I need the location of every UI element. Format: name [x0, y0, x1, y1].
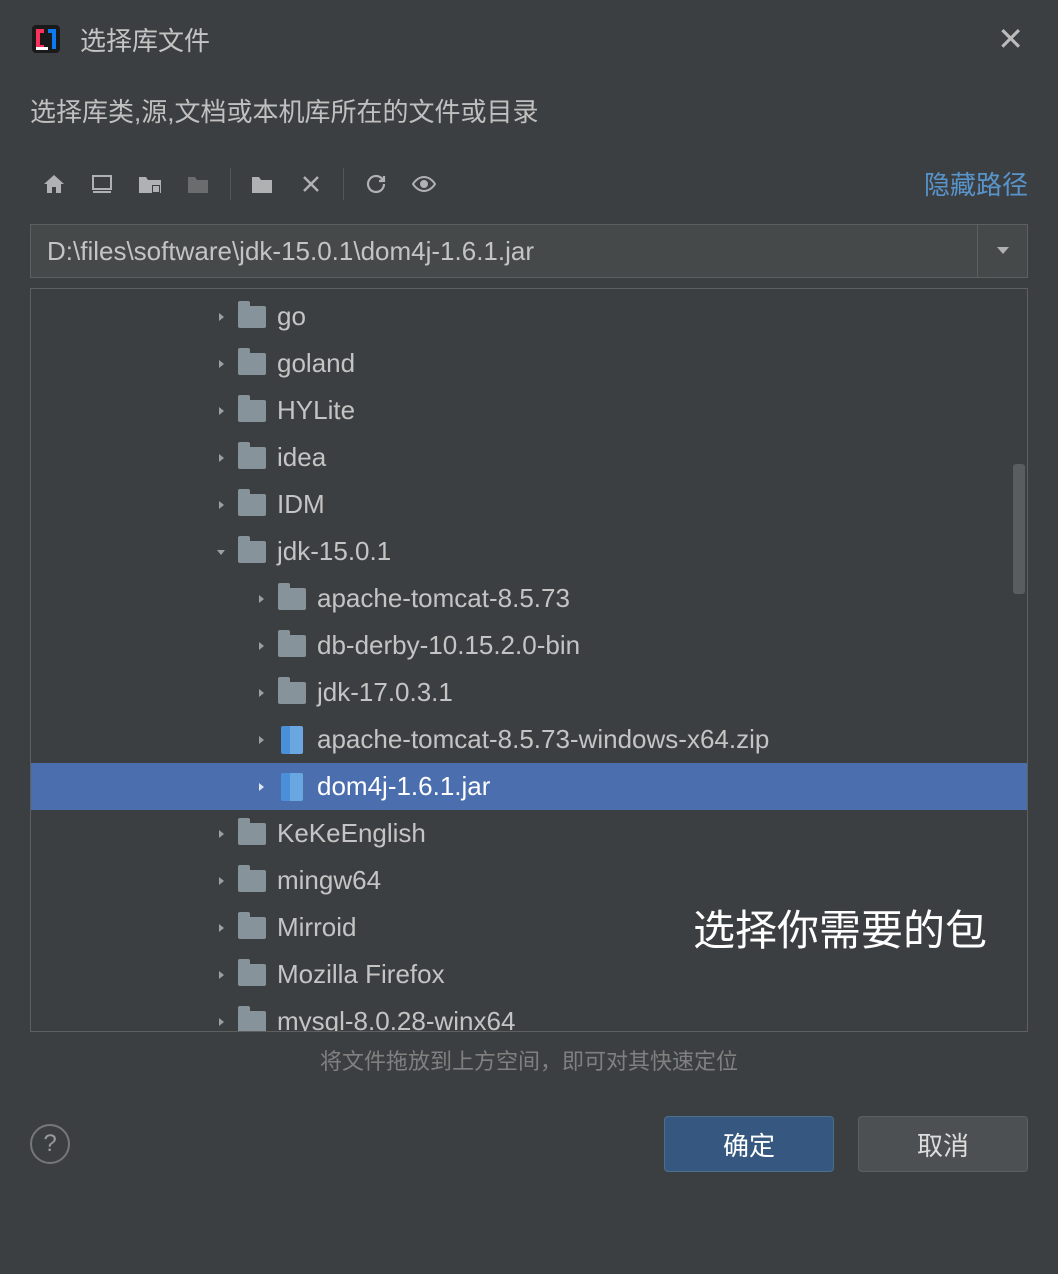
footer: ? 确定 取消 [0, 1096, 1058, 1202]
ok-button[interactable]: 确定 [664, 1116, 834, 1172]
toolbar: + 隐藏路径 [0, 155, 1058, 224]
new-folder-icon[interactable]: + [239, 164, 287, 204]
titlebar: 选择库文件 ✕ [0, 0, 1058, 78]
hide-path-link[interactable]: 隐藏路径 [924, 161, 1028, 206]
folder-icon [237, 960, 267, 990]
folder-icon [237, 866, 267, 896]
module-icon [174, 164, 222, 204]
tree-item[interactable]: dom4j-1.6.1.jar [31, 763, 1027, 810]
tree-item-label: KeKeEnglish [277, 818, 426, 849]
desktop-icon[interactable] [78, 164, 126, 204]
tree-item[interactable]: jdk-17.0.3.1 [31, 669, 1027, 716]
tree-item-label: go [277, 301, 306, 332]
folder-icon [237, 302, 267, 332]
tree-item[interactable]: HYLite [31, 387, 1027, 434]
archive-icon [277, 772, 307, 802]
chevron-right-icon[interactable] [251, 734, 271, 746]
refresh-icon[interactable] [352, 164, 400, 204]
chevron-right-icon[interactable] [211, 969, 231, 981]
chevron-right-icon[interactable] [211, 922, 231, 934]
scrollbar[interactable] [1011, 289, 1027, 1031]
tree-item[interactable]: jdk-15.0.1 [31, 528, 1027, 575]
show-hidden-icon[interactable] [400, 164, 448, 204]
chevron-right-icon[interactable] [251, 687, 271, 699]
folder-icon [277, 584, 307, 614]
toolbar-divider [230, 168, 231, 200]
tree-item-label: apache-tomcat-8.5.73 [317, 583, 570, 614]
tree-item-label: db-derby-10.15.2.0-bin [317, 630, 580, 661]
chevron-right-icon[interactable] [251, 781, 271, 793]
archive-icon [277, 725, 307, 755]
drop-hint: 将文件拖放到上方空间，即可对其快速定位 [0, 1032, 1058, 1096]
folder-icon [237, 490, 267, 520]
chevron-down-icon[interactable] [211, 546, 231, 558]
tree-item[interactable]: apache-tomcat-8.5.73-windows-x64.zip [31, 716, 1027, 763]
chevron-right-icon[interactable] [251, 593, 271, 605]
tree-item-label: jdk-17.0.3.1 [317, 677, 453, 708]
tree-item-label: Mirroid [277, 912, 356, 943]
folder-icon [237, 913, 267, 943]
tree-item-label: Mozilla Firefox [277, 959, 445, 990]
tree-item-label: mysql-8.0.28-winx64 [277, 1006, 515, 1031]
tree-item-label: apache-tomcat-8.5.73-windows-x64.zip [317, 724, 769, 755]
chevron-right-icon[interactable] [211, 875, 231, 887]
chevron-right-icon[interactable] [211, 452, 231, 464]
folder-icon [237, 537, 267, 567]
chevron-right-icon[interactable] [211, 1016, 231, 1028]
project-icon[interactable] [126, 164, 174, 204]
file-tree: go goland HYLite idea IDM jdk-15.0.1 apache-to… [30, 288, 1028, 1032]
tree-item[interactable]: mingw64 [31, 857, 1027, 904]
chevron-right-icon[interactable] [211, 311, 231, 323]
tree-item-label: goland [277, 348, 355, 379]
home-icon[interactable] [30, 164, 78, 204]
tree-item[interactable]: Mirroid [31, 904, 1027, 951]
tree-item[interactable]: KeKeEnglish [31, 810, 1027, 857]
chevron-right-icon[interactable] [211, 828, 231, 840]
folder-icon [237, 1007, 267, 1032]
chevron-right-icon[interactable] [211, 405, 231, 417]
tree-item-label: HYLite [277, 395, 355, 426]
folder-icon [277, 678, 307, 708]
app-icon [30, 23, 62, 55]
tree-item[interactable]: go [31, 293, 1027, 340]
dialog-title: 选择库文件 [80, 21, 210, 58]
tree-item-label: idea [277, 442, 326, 473]
cancel-button[interactable]: 取消 [858, 1116, 1028, 1172]
tree-item[interactable]: db-derby-10.15.2.0-bin [31, 622, 1027, 669]
tree-item-label: jdk-15.0.1 [277, 536, 391, 567]
path-dropdown-icon[interactable] [977, 225, 1027, 277]
tree-item[interactable]: mysql-8.0.28-winx64 [31, 998, 1027, 1031]
delete-icon[interactable] [287, 164, 335, 204]
help-icon[interactable]: ? [30, 1124, 70, 1164]
tree-item[interactable]: Mozilla Firefox [31, 951, 1027, 998]
chevron-right-icon[interactable] [211, 499, 231, 511]
svg-text:+: + [269, 172, 276, 186]
toolbar-divider [343, 168, 344, 200]
tree-item-label: IDM [277, 489, 325, 520]
path-input[interactable] [31, 225, 977, 277]
folder-icon [237, 819, 267, 849]
tree-scroll[interactable]: go goland HYLite idea IDM jdk-15.0.1 apache-to… [31, 289, 1027, 1031]
chevron-right-icon[interactable] [211, 358, 231, 370]
folder-icon [237, 349, 267, 379]
close-icon[interactable]: ✕ [987, 16, 1034, 62]
tree-item-label: dom4j-1.6.1.jar [317, 771, 490, 802]
path-field [30, 224, 1028, 278]
dialog-subtitle: 选择库类,源,文档或本机库所在的文件或目录 [0, 78, 1058, 155]
folder-icon [277, 631, 307, 661]
folder-icon [237, 396, 267, 426]
tree-item-label: mingw64 [277, 865, 381, 896]
scrollbar-thumb[interactable] [1013, 464, 1025, 594]
tree-item[interactable]: idea [31, 434, 1027, 481]
chevron-right-icon[interactable] [251, 640, 271, 652]
tree-item[interactable]: apache-tomcat-8.5.73 [31, 575, 1027, 622]
tree-item[interactable]: IDM [31, 481, 1027, 528]
folder-icon [237, 443, 267, 473]
tree-item[interactable]: goland [31, 340, 1027, 387]
